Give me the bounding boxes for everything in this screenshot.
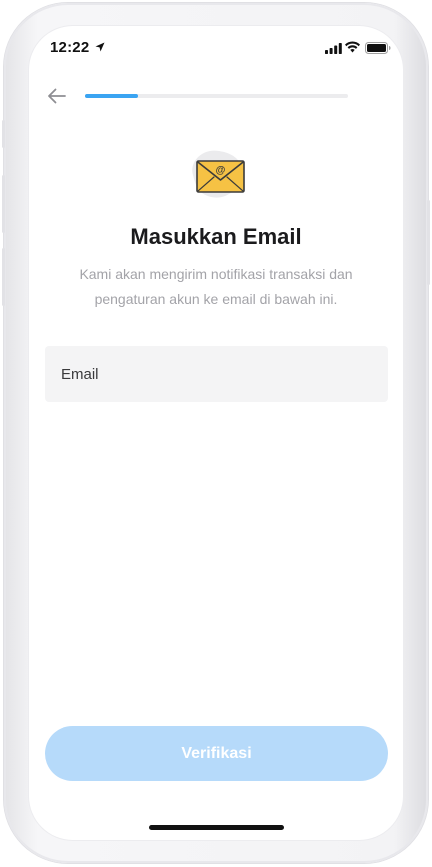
- arrow-left-icon: [48, 88, 66, 104]
- app-screen: 12:22 @ Masukkan Email Kami akan mengiri…: [29, 26, 403, 840]
- home-indicator: [149, 825, 284, 830]
- email-field[interactable]: [45, 346, 388, 402]
- side-button-volume-down: [2, 248, 5, 306]
- envelope-at-icon: @: [192, 150, 245, 198]
- battery-icon: [365, 42, 391, 54]
- verify-button[interactable]: Verifikasi: [45, 726, 388, 781]
- at-symbol: @: [216, 165, 226, 176]
- status-bar: 12:22: [29, 26, 403, 70]
- side-button-silent: [2, 120, 5, 148]
- location-arrow-icon: [95, 42, 105, 52]
- side-button-power: [427, 200, 430, 285]
- back-button[interactable]: [44, 84, 70, 108]
- side-button-volume-up: [2, 175, 5, 233]
- signup-progress-bar: [85, 94, 348, 98]
- wifi-icon: [345, 41, 360, 53]
- signal-icon: [325, 43, 342, 54]
- page-subtitle: Kami akan mengirim notifikasi transaksi …: [79, 266, 353, 307]
- status-time: 12:22: [50, 39, 90, 56]
- page-title: Masukkan Email: [130, 224, 302, 249]
- progress-fill: [85, 94, 138, 98]
